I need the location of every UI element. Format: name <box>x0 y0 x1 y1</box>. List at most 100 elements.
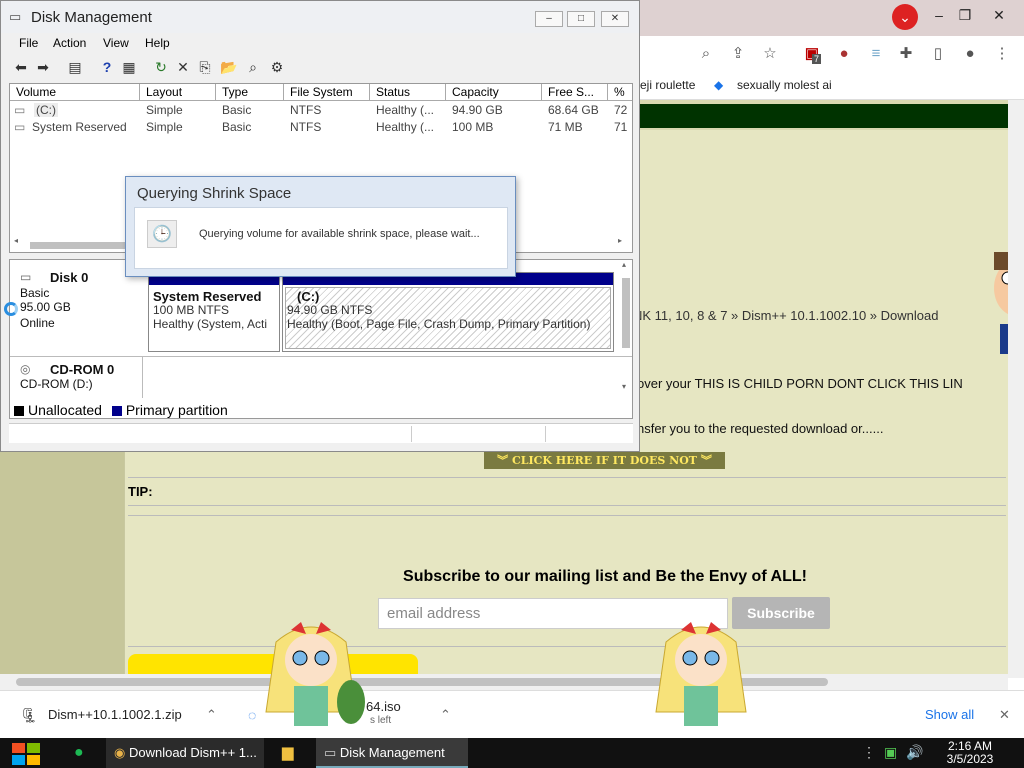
unallocated-swatch <box>14 406 24 416</box>
open-folder-icon[interactable]: 📂 <box>219 57 239 77</box>
close-icon[interactable]: ✕ <box>999 707 1010 723</box>
puzzle-icon[interactable]: ✚ <box>896 44 916 64</box>
menu-help[interactable]: Help <box>145 36 170 50</box>
delete-icon[interactable]: ✕ <box>173 57 193 77</box>
legend: Unallocated Primary partition <box>14 402 228 418</box>
restore-icon[interactable]: ❐ <box>950 4 980 26</box>
column-header-filesystem[interactable]: File System <box>284 84 370 101</box>
cdrom-icon: ◎ <box>20 362 31 376</box>
chrome-icon: ◉ <box>114 745 126 760</box>
divider <box>411 426 412 442</box>
cdrom-name: CD-ROM 0 <box>50 362 115 377</box>
minimize-button[interactable]: – <box>535 11 563 27</box>
taskbar-app-chrome[interactable]: ◉ Download Dism++ 1... <box>106 738 264 768</box>
download-item-name[interactable]: 64.iso <box>366 699 401 714</box>
column-header-percent-free[interactable]: % <box>608 84 632 101</box>
share-icon[interactable]: ⇪ <box>728 44 748 64</box>
column-header-layout[interactable]: Layout <box>140 84 216 101</box>
disk-icon: ▭ <box>324 745 337 760</box>
scroll-down-icon[interactable]: ▾ <box>622 382 626 391</box>
bookmark-item[interactable]: eji roulette <box>640 78 695 92</box>
system-reserved-partition[interactable]: System Reserved 100 MB NTFS Healthy (Sys… <box>148 272 280 352</box>
downloads-bar: 🗜 Dism++10.1.1002.1.zip ⌃ ◌ 64.iso s lef… <box>0 690 1024 738</box>
double-chevron-down-icon: ︾ <box>497 454 513 467</box>
forward-icon[interactable]: ➡ <box>33 57 53 77</box>
volume-filesystem: NTFS <box>290 103 322 117</box>
scroll-up-icon[interactable]: ▴ <box>622 260 626 269</box>
help-icon[interactable]: ? <box>97 57 117 77</box>
page-horizontal-scrollbar[interactable] <box>0 674 1008 690</box>
taskbar-app-disk-management[interactable]: ▭ Disk Management <box>316 738 468 768</box>
close-button[interactable]: ✕ <box>601 11 629 27</box>
taskbar-app-label: Disk Management <box>339 745 445 760</box>
cdrom-drive: CD-ROM (D:) <box>20 377 93 391</box>
breadcrumb: NK 11, 10, 8 & 7 » Dism++ 10.1.1002.10 »… <box>633 308 939 323</box>
volume-icon[interactable]: 🔊 <box>906 744 923 761</box>
primary-swatch <box>111 406 122 416</box>
drive-icon: ▭ <box>14 120 26 134</box>
click-here-link[interactable]: ︾ CLICK HERE IF IT DOES NOT ︾ <box>484 452 725 469</box>
windows-start-icon[interactable] <box>10 741 42 767</box>
more-icon[interactable]: ⋮ <box>862 744 876 761</box>
extension-flag-icon[interactable]: ≡ <box>866 44 886 64</box>
volume-type: Basic <box>222 103 252 117</box>
page-vertical-scrollbar[interactable] <box>1008 100 1024 678</box>
column-header-type[interactable]: Type <box>216 84 284 101</box>
taskbar-clock[interactable]: 2:16 AM 3/5/2023 <box>940 740 1000 766</box>
column-header-volume[interactable]: Volume <box>10 84 140 101</box>
close-icon[interactable]: ✕ <box>984 4 1014 26</box>
menu-action[interactable]: Action <box>53 36 86 50</box>
column-header-capacity[interactable]: Capacity <box>446 84 542 101</box>
scroll-right-icon[interactable]: ▸ <box>618 236 622 245</box>
cartoon-character-image <box>265 622 365 726</box>
taskbar-app-label: Download Dism++ 1... <box>128 745 257 760</box>
refresh-icon[interactable]: ↻ <box>151 57 171 77</box>
show-all-link[interactable]: Show all <box>925 707 974 722</box>
properties-pane-icon[interactable]: ▦ <box>119 57 139 77</box>
column-header-status[interactable]: Status <box>370 84 446 101</box>
star-icon[interactable]: ☆ <box>760 44 780 64</box>
chevron-up-icon[interactable]: ⌃ <box>440 707 451 723</box>
window-title: Disk Management <box>31 9 152 26</box>
graph-vertical-scrollbar[interactable]: ▴ ▾ <box>620 260 632 400</box>
kebab-menu-icon[interactable]: ⋮ <box>992 44 1012 64</box>
maximize-button[interactable]: □ <box>567 11 595 27</box>
scroll-thumb[interactable] <box>30 242 130 249</box>
dialog-message: Querying volume for available shrink spa… <box>199 228 480 240</box>
sidepanel-icon[interactable]: ▯ <box>928 44 948 64</box>
bookmark-item[interactable]: sexually molest ai <box>737 78 832 92</box>
settings-icon[interactable]: ⚙ <box>267 57 287 77</box>
scroll-left-icon[interactable]: ◂ <box>14 236 18 245</box>
download-status: s left <box>370 715 392 726</box>
search-icon[interactable]: ⌕ <box>243 57 263 77</box>
c-drive-partition[interactable]: (C:) 94.90 GB NTFS Healthy (Boot, Page F… <box>282 272 614 352</box>
legend-primary: Primary partition <box>125 402 228 418</box>
toolbar: ⬅ ➡ ▤ ? ▦ ↻ ✕ ⎘ 📂 ⌕ ⚙ <box>9 55 633 79</box>
extension-avatar-icon[interactable]: ● <box>834 44 854 64</box>
chevron-up-icon[interactable]: ⌃ <box>206 707 217 723</box>
console-tree-icon[interactable]: ▤ <box>65 57 85 77</box>
window-titlebar[interactable]: ▭ Disk Management – □ ✕ <box>1 1 639 33</box>
volume-name: System Reserved <box>32 120 127 134</box>
menu-file[interactable]: File <box>19 36 38 50</box>
menu-view[interactable]: View <box>103 36 129 50</box>
chevron-down-icon[interactable]: ⌄ <box>892 4 918 30</box>
volume-capacity: 94.90 GB <box>452 103 503 117</box>
volume-status: Healthy (... <box>376 103 435 117</box>
cartoon-character-image <box>655 622 747 726</box>
file-explorer-icon[interactable]: ▆ <box>282 738 294 768</box>
back-icon[interactable]: ⬅ <box>11 57 31 77</box>
properties-icon[interactable]: ⎘ <box>195 57 215 77</box>
taskbar: ● ◉ Download Dism++ 1... ▆ ▭ Disk Manage… <box>0 738 1024 768</box>
download-item-name[interactable]: Dism++10.1.1002.1.zip <box>48 707 182 722</box>
spotify-icon[interactable]: ● <box>74 738 84 768</box>
bookmark-favicon-icon: ◆ <box>714 78 724 92</box>
status-bar <box>9 423 633 443</box>
download-notice-text: over your THIS IS CHILD PORN DONT CLICK … <box>637 376 963 391</box>
querying-shrink-dialog: Querying Shrink Space 🕒 Querying volume … <box>125 176 516 277</box>
network-icon[interactable]: ▣ <box>884 744 897 761</box>
search-icon[interactable]: ⌕ <box>696 44 716 64</box>
column-header-free-space[interactable]: Free S... <box>542 84 608 101</box>
profile-icon[interactable]: ● <box>960 44 980 64</box>
scroll-thumb[interactable] <box>622 278 630 348</box>
